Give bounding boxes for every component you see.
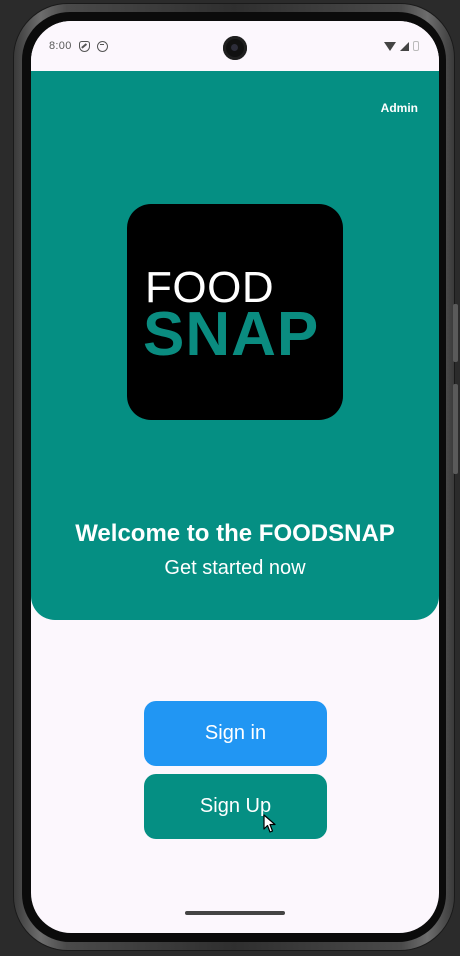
front-camera [223, 36, 247, 60]
status-left: 8:00 [49, 40, 108, 52]
logo-snap-text: SNAP [143, 300, 320, 369]
battery-icon [413, 41, 419, 51]
phone-frame: 8:00 Admin FOOD SNAP Welcome to the FOOD… [14, 4, 458, 950]
sign-up-button[interactable]: Sign Up [144, 774, 327, 839]
app-screen: 8:00 Admin FOOD SNAP Welcome to the FOOD… [31, 21, 439, 933]
welcome-header-panel: Admin FOOD SNAP Welcome to the FOODSNAP … [31, 71, 439, 620]
home-indicator[interactable] [185, 911, 285, 915]
welcome-subtitle: Get started now [164, 557, 306, 579]
admin-link[interactable]: Admin [381, 101, 418, 115]
power-button [453, 304, 458, 362]
status-bar: 8:00 [31, 21, 439, 71]
wifi-icon [384, 41, 396, 51]
sign-in-button[interactable]: Sign in [144, 701, 327, 766]
mouse-pointer-icon [263, 814, 276, 833]
foodsnap-logo: FOOD SNAP [127, 204, 343, 420]
face-icon [96, 40, 108, 52]
status-time: 8:00 [49, 40, 72, 52]
status-right [384, 41, 419, 51]
shield-icon [78, 40, 90, 52]
signal-icon [400, 41, 409, 51]
volume-button [453, 384, 458, 474]
welcome-title: Welcome to the FOODSNAP [75, 520, 395, 547]
